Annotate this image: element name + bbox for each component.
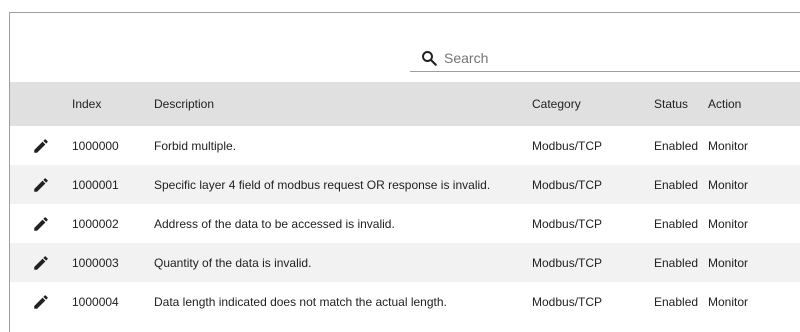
table-row[interactable]: 1000002 Address of the data to be access…: [10, 204, 800, 243]
table-row[interactable]: 1000004 Data length indicated does not m…: [10, 282, 800, 321]
cell-category: Modbus/TCP: [532, 216, 603, 231]
edit-pencil-icon[interactable]: [29, 134, 53, 158]
header-index[interactable]: Index: [72, 82, 154, 126]
edit-cell: [10, 282, 72, 321]
header-status[interactable]: Status: [654, 82, 708, 126]
rules-panel: Index Description Category Status Action…: [9, 12, 800, 332]
rules-table: Index Description Category Status Action…: [10, 82, 800, 321]
header-action[interactable]: Action: [708, 82, 800, 126]
cell-action: Monitor: [708, 243, 800, 282]
edit-cell: [10, 243, 72, 282]
cell-index: 1000003: [72, 243, 154, 282]
cell-description: Specific layer 4 field of modbus request…: [154, 165, 532, 204]
cell-status: Enabled: [654, 294, 699, 309]
cell-status: Enabled: [654, 243, 708, 282]
cell-description: Forbid multiple.: [154, 138, 237, 153]
search-bar: [410, 45, 800, 72]
cell-category: Modbus/TCP: [532, 165, 654, 204]
edit-pencil-icon[interactable]: [29, 173, 53, 197]
cell-category: Modbus/TCP: [532, 294, 603, 309]
cell-status: Enabled: [654, 216, 699, 231]
search-input[interactable]: [442, 49, 786, 67]
edit-pencil-icon[interactable]: [29, 212, 53, 236]
cell-status: Enabled: [654, 165, 708, 204]
table-row[interactable]: 1000001 Specific layer 4 field of modbus…: [10, 165, 800, 204]
header-edit: [10, 82, 72, 126]
cell-description: Data length indicated does not match the…: [154, 294, 447, 309]
cell-description: Quantity of the data is invalid.: [154, 243, 532, 282]
cell-action: Monitor: [708, 165, 800, 204]
header-description[interactable]: Description: [154, 82, 532, 126]
cell-action: Monitor: [708, 294, 749, 309]
table-header-row: Index Description Category Status Action: [10, 82, 800, 126]
cell-category: Modbus/TCP: [532, 243, 654, 282]
table-row[interactable]: 1000000 Forbid multiple. Modbus/TCP Enab…: [10, 126, 800, 165]
cell-index: 1000001: [72, 165, 154, 204]
edit-pencil-icon[interactable]: [29, 290, 53, 314]
cell-index: 1000004: [72, 294, 119, 309]
table-row[interactable]: 1000003 Quantity of the data is invalid.…: [10, 243, 800, 282]
cell-action: Monitor: [708, 138, 749, 153]
cell-status: Enabled: [654, 138, 699, 153]
cell-description: Address of the data to be accessed is in…: [154, 216, 395, 231]
edit-cell: [10, 126, 72, 165]
header-category[interactable]: Category: [532, 82, 654, 126]
cell-category: Modbus/TCP: [532, 138, 603, 153]
cell-index: 1000000: [72, 138, 119, 153]
cell-index: 1000002: [72, 216, 119, 231]
search-icon: [420, 48, 440, 68]
edit-pencil-icon[interactable]: [29, 251, 53, 275]
edit-cell: [10, 165, 72, 204]
edit-cell: [10, 204, 72, 243]
cell-action: Monitor: [708, 216, 749, 231]
